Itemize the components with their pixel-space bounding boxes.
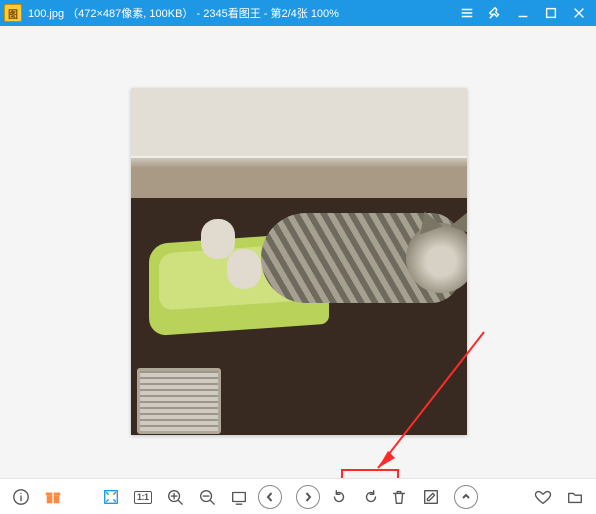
rotate-left-icon[interactable] bbox=[330, 488, 348, 506]
close-button[interactable] bbox=[572, 6, 586, 20]
minimize-button[interactable] bbox=[516, 6, 530, 20]
zoom-out-icon[interactable] bbox=[198, 488, 216, 506]
fullscreen-icon[interactable] bbox=[230, 488, 248, 506]
info-icon[interactable] bbox=[12, 488, 30, 506]
previous-button[interactable] bbox=[258, 485, 282, 509]
image-viewport[interactable] bbox=[0, 26, 596, 478]
gift-icon[interactable] bbox=[44, 488, 62, 506]
more-button[interactable] bbox=[454, 485, 478, 509]
zoom-in-icon[interactable] bbox=[166, 488, 184, 506]
window-title: 100.jpg （472×487像素, 100KB） - 2345看图王 - 第… bbox=[28, 5, 339, 21]
titlebar: 图 100.jpg （472×487像素, 100KB） - 2345看图王 -… bbox=[0, 0, 596, 26]
open-folder-icon[interactable] bbox=[566, 488, 584, 506]
pin-button[interactable] bbox=[488, 6, 502, 20]
bottom-toolbar: 1:1 bbox=[0, 478, 596, 514]
actual-size-button[interactable]: 1:1 bbox=[134, 491, 152, 504]
edit-icon[interactable] bbox=[422, 488, 440, 506]
delete-icon[interactable] bbox=[390, 488, 408, 506]
menu-button[interactable] bbox=[460, 6, 474, 20]
filename: 100.jpg bbox=[28, 8, 64, 20]
app-status: - 2345看图王 - 第2/4张 100% bbox=[197, 8, 339, 20]
app-logo-icon: 图 bbox=[4, 4, 22, 22]
fit-window-icon[interactable] bbox=[102, 488, 120, 506]
next-button[interactable] bbox=[296, 485, 320, 509]
file-details: （472×487像素, 100KB） bbox=[67, 8, 193, 20]
rotate-right-icon[interactable] bbox=[362, 488, 380, 506]
window-controls bbox=[460, 6, 596, 20]
favorite-icon[interactable] bbox=[534, 488, 552, 506]
maximize-button[interactable] bbox=[544, 6, 558, 20]
displayed-image bbox=[131, 88, 467, 435]
